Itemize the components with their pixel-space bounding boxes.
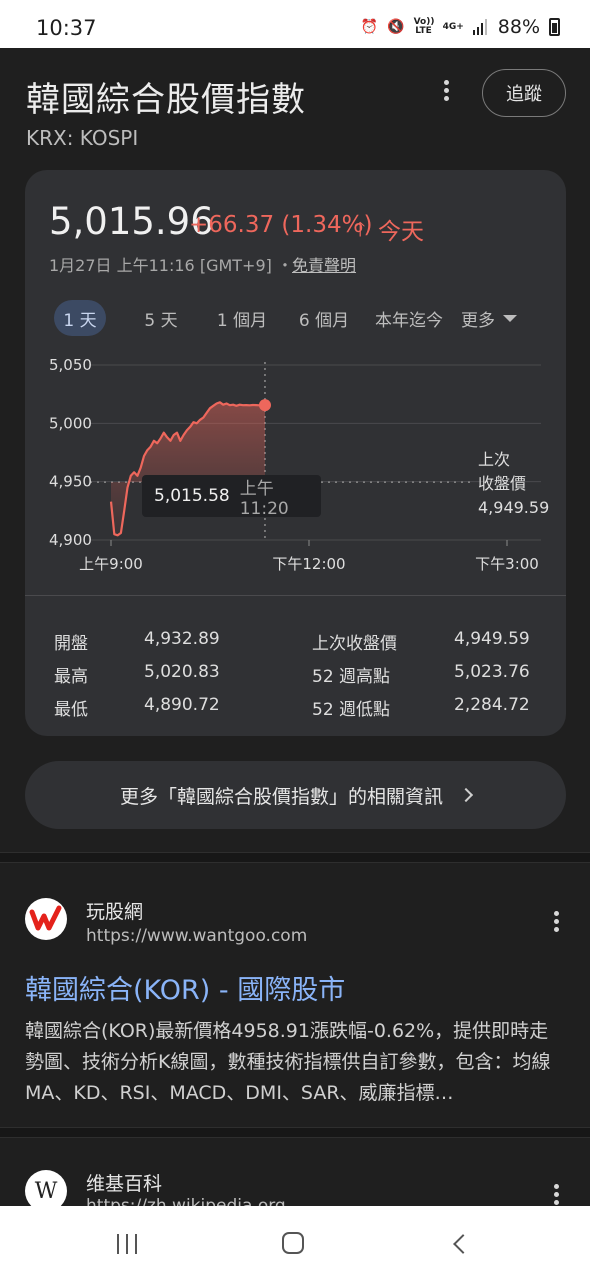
result-snippet: 韓國綜合(KOR)最新價格4958.91漲跌幅-0.62%，提供即時走勢圖、技術… [25, 1020, 551, 1104]
wantgoo-logo-shape [27, 900, 65, 938]
stat-value-high: 5,020.83 [144, 662, 220, 682]
result-site-name[interactable]: 玩股網 [86, 897, 143, 924]
quote-timestamp: 1月27日 上午11:16 [GMT+9] ・ [49, 256, 293, 275]
tooltip-value: 5,015.58 [154, 486, 230, 506]
prev-close-label-line1: 上次 [478, 450, 511, 469]
x-tick-label: 上午9:00 [79, 555, 143, 573]
result-options-icon[interactable] [548, 911, 564, 939]
card-divider [25, 595, 566, 596]
stat-label-open: 開盤 [54, 634, 88, 654]
status-bar: 10:37 ⏰ 🔇 Vo)) LTE 4G+ 88% [0, 0, 590, 48]
battery-percent: 88% [497, 16, 540, 38]
result-title-link[interactable]: 韓國綜合(KOR) - 國際股市 [25, 968, 345, 1007]
tab-more[interactable]: 更多 [461, 300, 517, 336]
price-change: +66.37 (1.34%) [189, 212, 373, 238]
mute-icon: 🔇 [387, 19, 405, 35]
y-tick-label: 5,000 [49, 414, 92, 432]
y-tick-label: 4,900 [49, 531, 92, 549]
prev-close-label: 上次 收盤價 [478, 448, 526, 496]
prev-close-value: 4,949.59 [478, 498, 550, 517]
more-info-label: 更多「韓國綜合股價指數」的相關資訊 [119, 785, 443, 808]
stat-label-52w-high: 52 週高點 [312, 667, 391, 687]
stat-label-low: 最低 [54, 700, 88, 720]
chart-tooltip: 5,015.58 上午11:20 [142, 475, 321, 519]
more-options-icon[interactable] [436, 80, 456, 108]
cursor-point [258, 399, 271, 412]
4g-plus-icon: 4G+ [442, 21, 464, 32]
stat-value-low: 4,890.72 [144, 695, 220, 715]
battery-icon [549, 18, 560, 36]
section-separator [0, 852, 590, 863]
change-period: 今天 [378, 219, 424, 245]
tab-1m[interactable]: 1 個月 [211, 300, 273, 336]
navigation-bar [0, 1206, 590, 1280]
tab-6m[interactable]: 6 個月 [293, 300, 355, 336]
recent-apps-icon[interactable] [117, 1234, 139, 1254]
tab-ytd[interactable]: 本年迄今 [371, 300, 447, 336]
stat-value-52w-low: 2,284.72 [454, 695, 530, 715]
stat-value-open: 4,932.89 [144, 629, 220, 649]
stat-label-prev-close: 上次收盤價 [312, 634, 397, 654]
disclaimer-link[interactable]: 免責聲明 [292, 252, 356, 276]
section-separator [0, 1127, 590, 1138]
wantgoo-logo-icon[interactable] [25, 898, 67, 940]
x-tick-label: 下午12:00 [272, 555, 345, 573]
home-icon[interactable] [282, 1232, 304, 1254]
stat-label-52w-low: 52 週低點 [312, 700, 391, 720]
status-icons: ⏰ 🔇 Vo)) LTE 4G+ 88% [361, 16, 560, 38]
status-time: 10:37 [36, 16, 97, 40]
y-tick-label: 5,050 [49, 356, 92, 374]
follow-button[interactable]: 追蹤 [482, 69, 566, 117]
stock-card: 5,015.96 +66.37 (1.34%) 🡑 今天 1月27日 上午11:… [25, 170, 566, 736]
caret-down-icon [503, 314, 517, 322]
arrow-up-icon: 🡑 [355, 217, 366, 241]
stat-label-high: 最高 [54, 667, 88, 687]
result-site-url[interactable]: https://www.wantgoo.com [86, 926, 307, 946]
stat-value-52w-high: 5,023.76 [454, 662, 530, 682]
more-info-button[interactable]: 更多「韓國綜合股價指數」的相關資訊 [25, 761, 566, 829]
exchange-label: KRX: KOSPI [26, 126, 139, 150]
stat-value-prev-close: 4,949.59 [454, 629, 530, 649]
volte-icon: Vo)) LTE [413, 17, 435, 36]
y-tick-label: 4,950 [49, 473, 92, 491]
wikipedia-logo-letter: W [34, 1178, 58, 1204]
signal-icon [472, 19, 489, 35]
x-tick-label: 下午3:00 [475, 555, 539, 573]
chevron-right-icon [458, 787, 474, 803]
result-site-name[interactable]: 维基百科 [86, 1169, 162, 1196]
prev-close-label-line2: 收盤價 [478, 474, 527, 493]
alarm-icon: ⏰ [360, 19, 379, 35]
tooltip-time: 上午11:20 [239, 478, 289, 519]
tab-1d[interactable]: 1 天 [54, 300, 106, 336]
page-title: 韓國綜合股價指數 [26, 80, 306, 120]
back-icon[interactable] [453, 1234, 473, 1254]
tab-more-label: 更多 [461, 310, 495, 331]
tab-5d[interactable]: 5 天 [135, 300, 187, 336]
